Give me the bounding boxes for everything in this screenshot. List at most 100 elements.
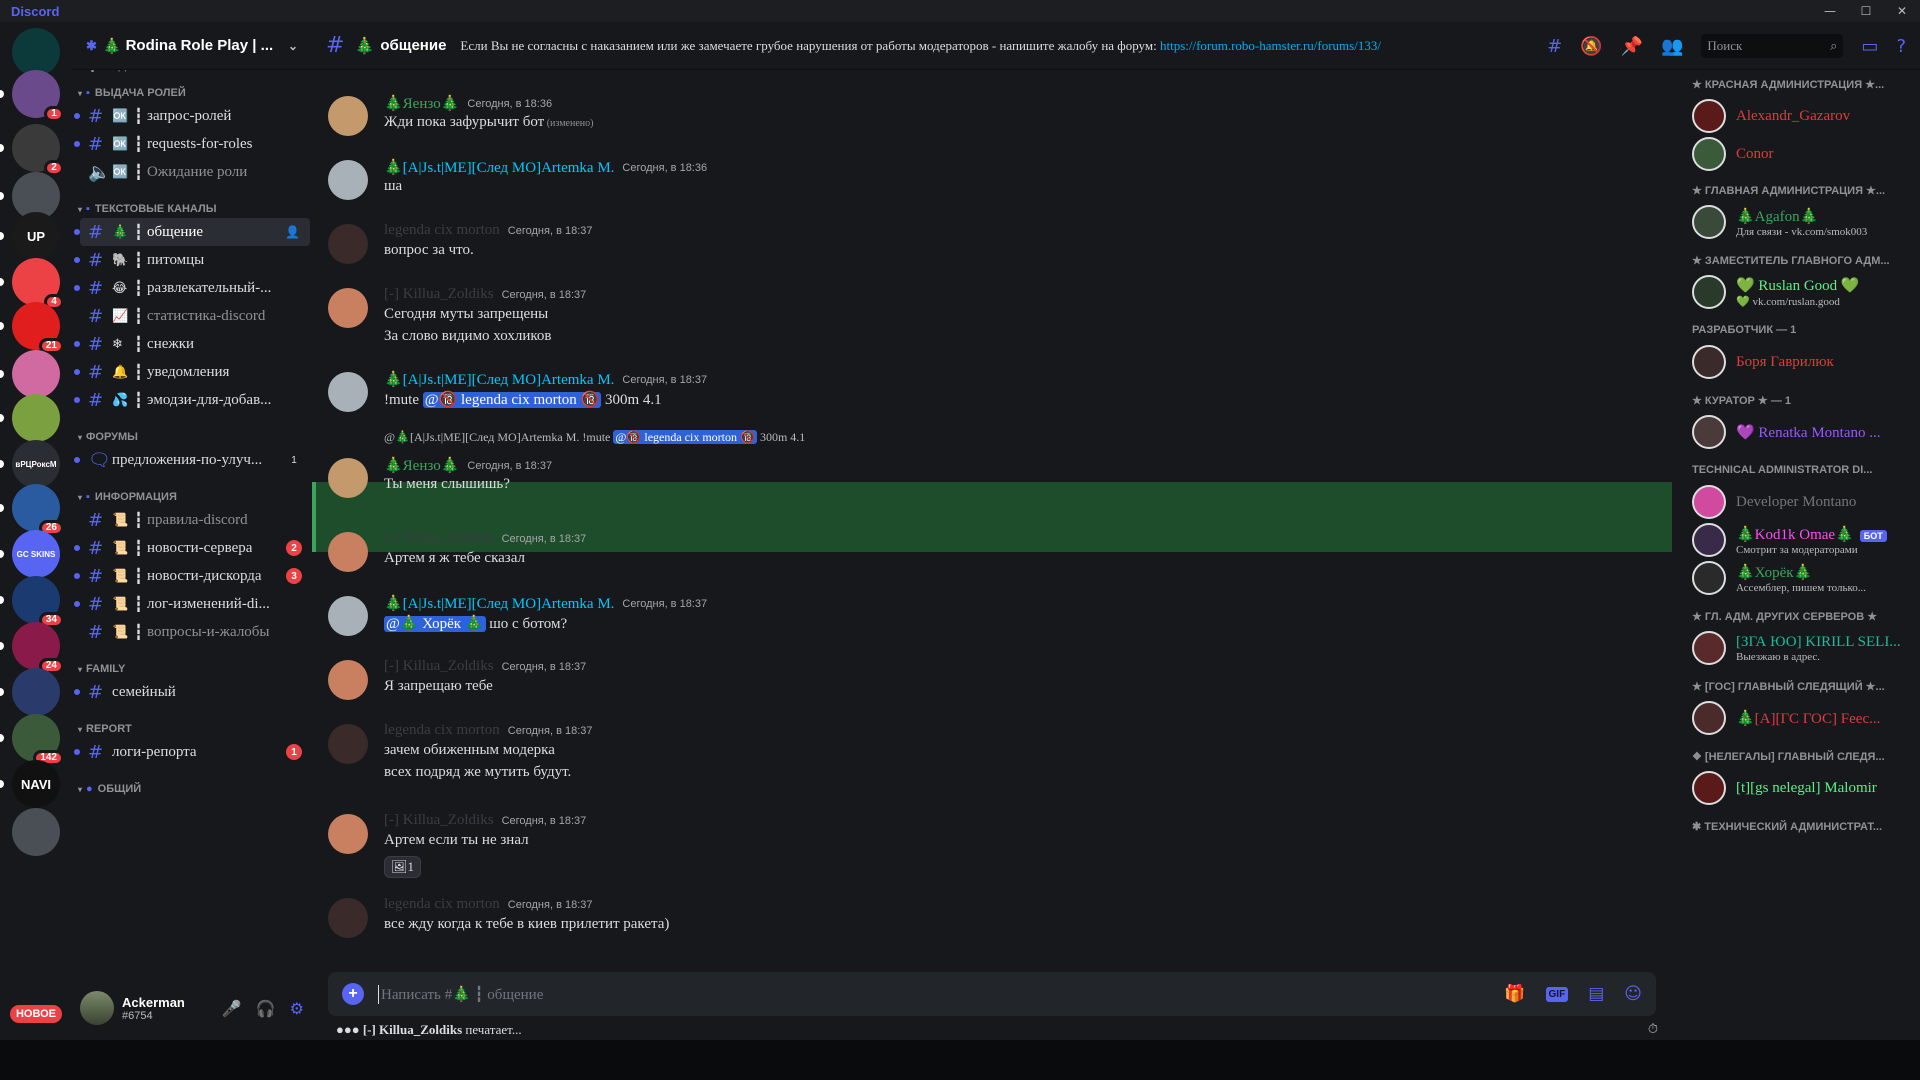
author-name[interactable]: legenda cix morton <box>384 222 500 239</box>
sticker-icon[interactable]: ▤ <box>1588 984 1604 1004</box>
server-icon[interactable]: UP <box>0 212 60 260</box>
server-icon[interactable]: 34 <box>0 576 64 628</box>
author-name[interactable]: 🎄[A|Js.t|ME][След МО]Artemka M. <box>384 370 614 389</box>
threads-icon[interactable]: # <box>1547 36 1562 57</box>
avatar[interactable] <box>328 898 368 938</box>
channel-item[interactable]: # логи-репорта 1 <box>74 738 310 766</box>
reaction-chip[interactable]: 🖼 1 <box>384 856 422 878</box>
avatar[interactable] <box>328 96 368 136</box>
server-icon[interactable] <box>12 808 60 856</box>
server-icon[interactable]: 142 <box>0 714 64 766</box>
channel-item[interactable]: # 🎄 ┇ общение 👤 <box>74 218 310 246</box>
channel-item[interactable]: # 💦 ┇ эмодзи-для-добав... <box>74 386 310 414</box>
inbox-icon[interactable]: ▭ <box>1861 36 1878 57</box>
category-header[interactable]: ▾ ▪ ТЕКСТОВЫЕ КАНАЛЫ <box>72 200 312 218</box>
server-icon[interactable]: вРЦРоксМ <box>0 440 60 488</box>
gift-icon[interactable]: 🎁 <box>1504 984 1525 1004</box>
author-name[interactable]: [-] Killua_Zoldiks <box>384 530 494 547</box>
author-name[interactable]: [-] Killua_Zoldiks <box>384 286 494 303</box>
server-icon[interactable] <box>12 28 60 76</box>
channel-item[interactable]: # ❄ ┇ снежки <box>74 330 310 358</box>
server-icon[interactable]: GC SKINS <box>0 530 60 578</box>
member-row[interactable]: [t][gs nelegal] Malomir <box>1692 766 1914 810</box>
channel-item[interactable]: # 📜 ┇ новости-сервера 2 <box>74 534 310 562</box>
guild-header[interactable]: ✱ 🎄 Rodina Role Play | ... ⌄ <box>72 22 312 70</box>
minimize-button[interactable]: — <box>1812 0 1848 22</box>
author-name[interactable]: 🎄Яензо🎄 <box>384 456 459 475</box>
microphone-icon[interactable]: 🎤 <box>222 999 242 1018</box>
emoji-icon[interactable]: ☺ <box>1624 984 1642 1004</box>
server-icon[interactable] <box>0 394 60 442</box>
author-name[interactable]: legenda cix morton <box>384 896 500 913</box>
gear-icon[interactable]: ⚙ <box>290 999 304 1018</box>
author-name[interactable]: 🎄[A|Js.t|ME][След МО]Artemka M. <box>384 594 614 613</box>
avatar[interactable] <box>328 288 368 328</box>
pin-icon[interactable]: 📌 <box>1621 36 1643 57</box>
channel-item[interactable]: # 🆗 ┇ запрос-ролей <box>74 102 310 130</box>
avatar[interactable] <box>328 814 368 854</box>
reply-preview[interactable]: @🎄[A|Js.t|ME][След МО]Artemka M. !mute @… <box>384 430 805 445</box>
member-row[interactable]: 💜 Renatka Montano ... <box>1692 410 1914 454</box>
server-icon[interactable]: 24 <box>0 622 64 674</box>
member-row[interactable]: [ЗГА ЮО] KIRILL SELI... Выезжаю в адрес. <box>1692 626 1914 670</box>
member-row[interactable]: 💚 Ruslan Good 💚 💚 vk.com/ruslan.good <box>1692 270 1914 314</box>
server-icon[interactable] <box>0 668 60 716</box>
forum-link[interactable]: https://forum.robo-hamster.ru/forums/133… <box>1160 38 1381 53</box>
server-icon[interactable]: 26 <box>0 484 64 536</box>
channel-item[interactable]: # 📜 ┇ вопросы-и-жалобы <box>80 618 310 646</box>
mention[interactable]: @🔞 legenda cix morton 🔞 <box>613 430 757 444</box>
avatar[interactable] <box>328 458 368 498</box>
channel-item[interactable]: # 📜 ┇ новости-дискорда 3 <box>74 562 310 590</box>
channel-item[interactable]: # семейный <box>74 678 310 706</box>
member-row[interactable]: Боря Гаврилюк <box>1692 340 1914 384</box>
member-row[interactable]: Conor <box>1692 132 1914 176</box>
mention[interactable]: @🔞 legenda cix morton 🔞 <box>422 392 602 408</box>
category-header[interactable]: ▾ FAMILY <box>72 660 312 678</box>
server-icon[interactable]: 2 <box>0 124 64 176</box>
mention[interactable]: @🎄 Хорёк 🎄 <box>384 616 486 632</box>
server-icon[interactable]: 21 <box>0 302 64 354</box>
server-icon[interactable]: NAVI <box>0 760 60 808</box>
attach-plus-icon[interactable]: + <box>342 983 364 1005</box>
members-icon[interactable]: 👥 <box>1661 36 1683 57</box>
author-name[interactable]: [-] Killua_Zoldiks <box>384 812 494 829</box>
gif-button[interactable]: GIF <box>1545 986 1569 1002</box>
author-name[interactable]: 🎄[A|Js.t|ME][След МО]Artemka M. <box>384 158 614 177</box>
channel-item[interactable]: # 📜 ┇ лог-изменений-di... <box>74 590 310 618</box>
server-icon[interactable]: 1 <box>0 70 64 122</box>
channel-item[interactable]: 🗨 предложения-по-улуч... 1 <box>74 446 310 474</box>
channel-item[interactable]: # 🔔 ┇ уведомления <box>74 358 310 386</box>
avatar[interactable] <box>328 596 368 636</box>
avatar[interactable] <box>328 724 368 764</box>
mute-bell-icon[interactable]: 🔕 <box>1580 36 1602 57</box>
member-row[interactable]: 🎄Хорёк🎄 Ассемблер, пишем только... <box>1692 556 1914 600</box>
avatar[interactable] <box>328 160 368 200</box>
channel-item[interactable]: ┇ Подкасты <box>80 70 310 78</box>
author-name[interactable]: 🎄Яензо🎄 <box>384 94 459 113</box>
channel-item[interactable]: 🔈 🆗 ┇ Ожидание роли <box>80 158 310 186</box>
channel-item[interactable]: # 😂 ┇ развлекательный-... <box>74 274 310 302</box>
channel-item[interactable]: # 📈 ┇ статистика-discord <box>80 302 310 330</box>
category-header[interactable]: ▾ REPORT <box>72 720 312 738</box>
chevron-down-icon[interactable]: ⌄ <box>288 39 298 53</box>
headphones-icon[interactable]: 🎧 <box>256 999 276 1018</box>
close-button[interactable]: ✕ <box>1884 0 1920 22</box>
author-name[interactable]: [-] Killua_Zoldiks <box>384 658 494 675</box>
add-member-icon[interactable]: 👤 <box>285 225 300 239</box>
server-icon[interactable]: 4 <box>0 258 64 310</box>
message-input[interactable]: Написать #🎄 ┇ общение <box>378 984 543 1004</box>
message-composer[interactable]: + Написать #🎄 ┇ общение 🎁 GIF ▤ ☺ <box>328 972 1656 1016</box>
avatar[interactable] <box>328 660 368 700</box>
avatar[interactable] <box>328 224 368 264</box>
avatar[interactable] <box>328 532 368 572</box>
member-row[interactable]: 🎄[А][ГС ГОС] Feec... <box>1692 696 1914 740</box>
maximize-button[interactable]: ☐ <box>1848 0 1884 22</box>
channel-item[interactable]: # 🐘 ┇ питомцы <box>74 246 310 274</box>
avatar[interactable] <box>80 991 114 1025</box>
category-header[interactable]: ▾ ▪ ИНФОРМАЦИЯ <box>72 488 312 506</box>
category-header[interactable]: ▾ ФОРУМЫ <box>72 428 312 446</box>
category-header[interactable]: ▾ ● ОБЩИЙ <box>72 780 312 798</box>
search-input[interactable]: Поиск ⌕ <box>1701 34 1844 58</box>
help-icon[interactable]: ? <box>1896 36 1906 57</box>
member-row[interactable]: 🎄Agafon🎄 Для связи - vk.com/smok003 <box>1692 200 1914 244</box>
